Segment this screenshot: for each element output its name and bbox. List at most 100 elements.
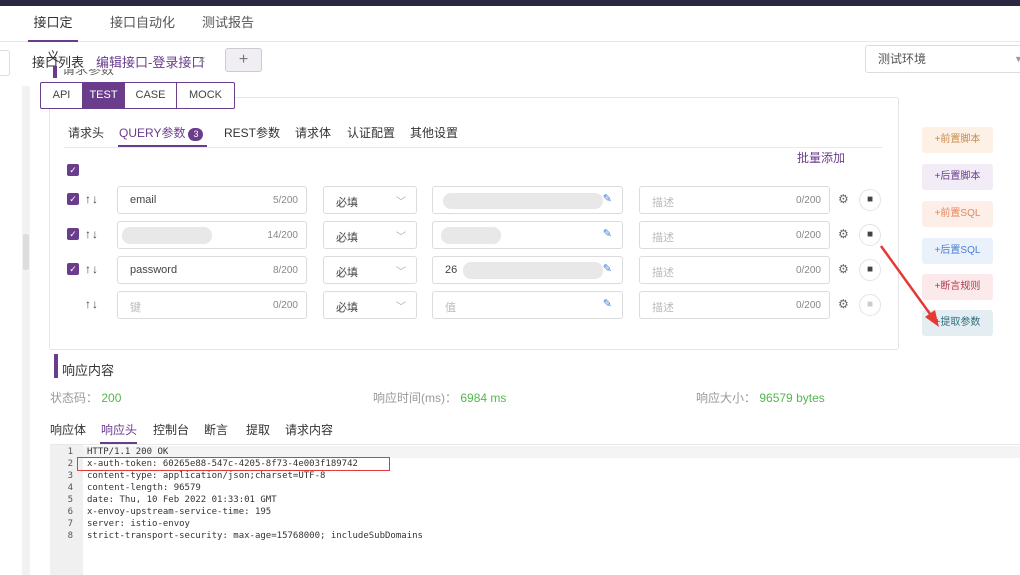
required-select[interactable]: 必填 ﹀: [323, 256, 417, 284]
main-nav: 接口定义 接口自动化 测试报告: [0, 6, 1020, 64]
tab-other-settings[interactable]: 其他设置: [410, 124, 458, 141]
required-select[interactable]: 必填 ﹀: [323, 186, 417, 214]
response-size: 响应大小： 96579 bytes: [696, 389, 825, 406]
reorder-arrows-icon[interactable]: ↑↓: [85, 227, 99, 241]
desc-placeholder: 描述: [652, 232, 674, 244]
char-count: 0/200: [795, 195, 821, 206]
tab-extract[interactable]: 提取: [246, 421, 270, 438]
redacted-key: [122, 227, 212, 244]
select-all-checkbox[interactable]: ✓: [67, 164, 79, 176]
settings-icon[interactable]: ⚙: [838, 227, 849, 241]
add-post-script-button[interactable]: +后置脚本: [922, 164, 993, 190]
tab-request-headers[interactable]: 请求头: [68, 124, 104, 141]
chevron-down-icon: ﹀: [396, 302, 406, 313]
time-value: 6984 ms: [460, 391, 507, 405]
param-value-input[interactable]: 值 ✎: [432, 291, 623, 319]
tab-query-label: QUERY参数: [119, 126, 186, 140]
param-key-text: password: [130, 264, 178, 276]
tab-auth-config[interactable]: 认证配置: [347, 124, 395, 141]
mode-api[interactable]: API: [41, 83, 83, 108]
chevron-down-icon: ﹀: [396, 232, 406, 243]
line-number: 7: [67, 519, 73, 529]
param-desc-input[interactable]: 描述 0/200: [639, 256, 830, 284]
desc-placeholder: 描述: [652, 302, 674, 314]
delete-icon[interactable]: ■: [859, 189, 881, 211]
line-number: 6: [67, 507, 73, 517]
request-params-title: 请求参数: [62, 69, 115, 77]
edit-icon[interactable]: ✎: [603, 192, 612, 205]
desc-placeholder: 描述: [652, 267, 674, 279]
settings-icon[interactable]: ⚙: [838, 192, 849, 206]
code-line: server: istio-envoy: [87, 519, 190, 529]
param-key-input[interactable]: password 8/200: [117, 256, 307, 284]
param-key-input[interactable]: email 5/200: [117, 186, 307, 214]
char-count: 0/200: [272, 300, 298, 311]
code-line: x-envoy-upstream-service-time: 195: [87, 507, 272, 517]
char-count: 0/200: [795, 230, 821, 241]
time-label: 响应时间(ms)：: [373, 391, 457, 405]
settings-icon[interactable]: ⚙: [838, 297, 849, 311]
response-title: 响应内容: [62, 363, 115, 378]
size-label: 响应大小：: [696, 391, 757, 405]
app-root: 接口定义 接口自动化 测试报告 接口列表 编辑接口-登录接口 × + 测试环境 …: [0, 0, 1020, 575]
line-number: 5: [67, 495, 73, 505]
tab-rest-params[interactable]: REST参数: [224, 124, 280, 141]
tab-console[interactable]: 控制台: [153, 421, 189, 438]
param-key-input[interactable]: 14/200: [117, 221, 307, 249]
reorder-arrows-icon[interactable]: ↑↓: [85, 262, 99, 276]
code-line: content-length: 96579: [87, 483, 201, 493]
main-tab-api-definition[interactable]: 接口定义: [28, 6, 78, 64]
param-desc-input[interactable]: 描述 0/200: [639, 186, 830, 214]
row-checkbox[interactable]: ✓: [67, 263, 79, 275]
mode-case[interactable]: CASE: [125, 83, 177, 108]
settings-icon[interactable]: ⚙: [838, 262, 849, 276]
add-tab-button[interactable]: +: [225, 48, 262, 72]
param-value-input[interactable]: ✎: [432, 221, 623, 249]
collapse-handle[interactable]: [0, 50, 10, 76]
tab-query-params[interactable]: QUERY参数 3: [119, 124, 204, 141]
param-key-input[interactable]: 键 0/200: [117, 291, 307, 319]
required-select[interactable]: 必填 ﹀: [323, 221, 417, 249]
param-value-input[interactable]: ✎: [432, 186, 623, 214]
param-value-text: 26: [445, 264, 458, 276]
batch-add-link[interactable]: 批量添加: [797, 149, 845, 166]
edit-icon[interactable]: ✎: [603, 297, 612, 310]
tab-response-headers[interactable]: 响应头: [101, 421, 137, 438]
drag-grip[interactable]: [23, 234, 29, 270]
close-icon[interactable]: ×: [198, 52, 206, 67]
code-line: content-type: application/json;charset=U…: [87, 471, 326, 481]
reorder-arrows-icon[interactable]: ↑↓: [85, 297, 99, 311]
param-value-input[interactable]: 26 ✎: [432, 256, 623, 284]
row-checkbox[interactable]: ✓: [67, 228, 79, 240]
redacted-value: [443, 193, 603, 209]
row-checkbox[interactable]: ✓: [67, 193, 79, 205]
annotation-arrow-icon: [879, 245, 939, 327]
char-count: 8/200: [272, 265, 298, 276]
tab-request-content[interactable]: 请求内容: [285, 421, 333, 438]
char-count: 0/200: [795, 300, 821, 311]
main-tab-api-automation[interactable]: 接口自动化: [110, 6, 175, 42]
param-desc-input[interactable]: 描述 0/200: [639, 291, 830, 319]
required-select[interactable]: 必填 ﹀: [323, 291, 417, 319]
mode-mock[interactable]: MOCK: [177, 83, 234, 108]
side-rail: [22, 86, 30, 575]
tab-assertions[interactable]: 断言: [204, 421, 228, 438]
char-count: 5/200: [272, 195, 298, 206]
main-tab-test-report[interactable]: 测试报告: [202, 6, 254, 42]
edit-icon[interactable]: ✎: [603, 262, 612, 275]
add-pre-sql-button[interactable]: +前置SQL: [922, 201, 993, 227]
tab-response-body[interactable]: 响应体: [50, 421, 86, 438]
section-marker: [53, 66, 57, 78]
environment-select[interactable]: 测试环境: [865, 45, 1020, 73]
line-number: 8: [67, 531, 73, 541]
param-desc-input[interactable]: 描述 0/200: [639, 221, 830, 249]
line-number: 2: [67, 459, 73, 469]
section-marker: [54, 354, 58, 378]
add-pre-script-button[interactable]: +前置脚本: [922, 127, 993, 153]
edit-icon[interactable]: ✎: [603, 227, 612, 240]
redacted-value: [441, 227, 501, 244]
tab-request-body[interactable]: 请求体: [295, 124, 331, 141]
reorder-arrows-icon[interactable]: ↑↓: [85, 192, 99, 206]
status-label: 状态码：: [50, 391, 99, 405]
mode-test[interactable]: TEST: [83, 83, 125, 108]
